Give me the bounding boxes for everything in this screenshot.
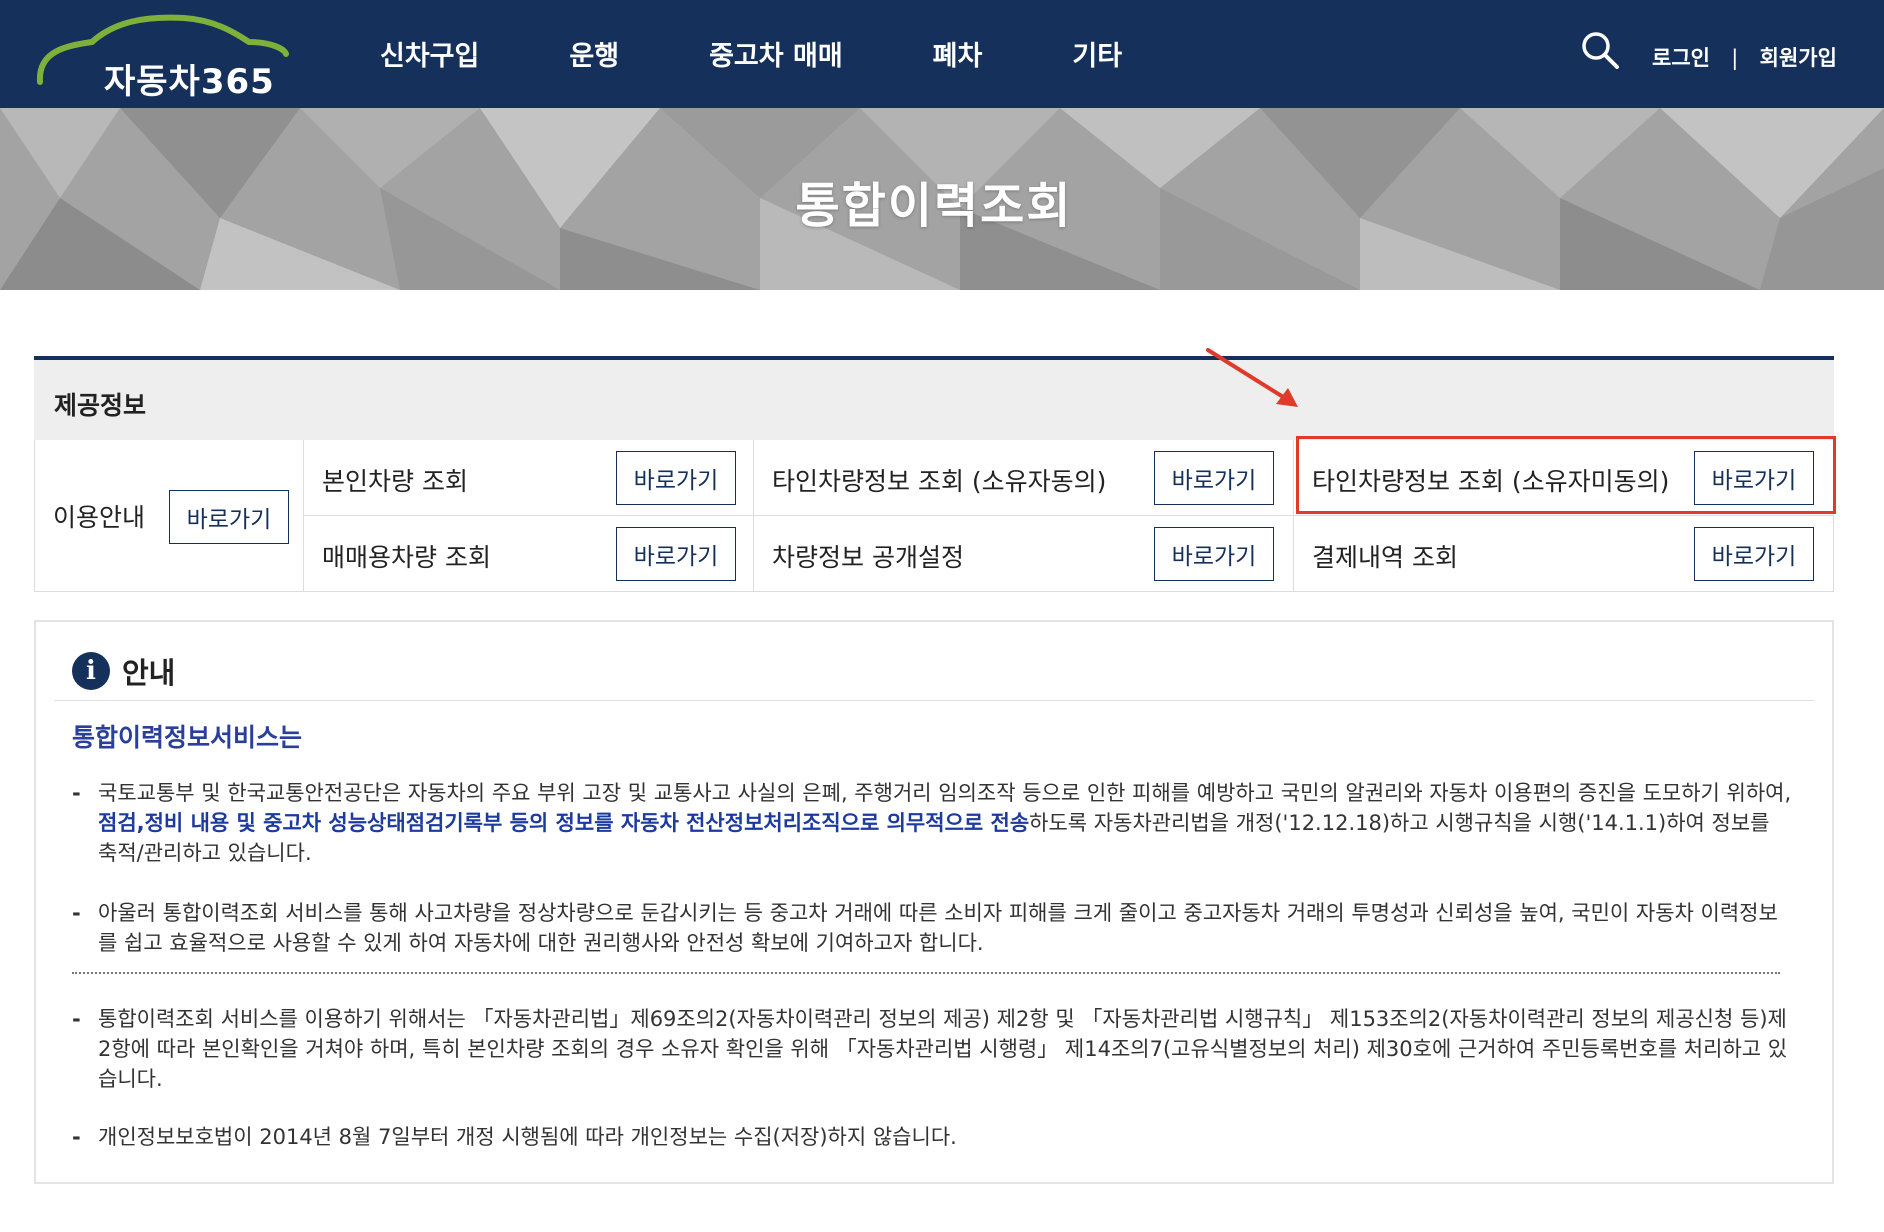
- bullet-dash: -: [72, 1125, 81, 1149]
- bullet-dash: -: [72, 901, 81, 925]
- usage-guide-label: 이용안내: [53, 503, 146, 532]
- link-separator: |: [1731, 46, 1739, 70]
- other-vehicle-no-consent-cell: 타인차량정보 조회 (소유자미동의) 바로가기: [1294, 440, 1834, 516]
- bullet-dash: -: [72, 1007, 81, 1031]
- annotation-arrow-icon: [1206, 348, 1298, 407]
- p2-text: 아울러 통합이력조회 서비스를 통해 사고차량을 정상차량으로 둔갑시키는 등 …: [98, 901, 1778, 955]
- own-vehicle-go-button[interactable]: 바로가기: [616, 451, 736, 505]
- other-vehicle-consent-go-button[interactable]: 바로가기: [1154, 451, 1274, 505]
- notice-header: i 안내: [72, 650, 175, 692]
- vehicle-disclosure-label: 차량정보 공개설정: [772, 543, 964, 572]
- payment-history-cell: 결제내역 조회 바로가기: [1294, 516, 1834, 592]
- notice-paragraph-1: - 국토교통부 및 한국교통안전공단은 자동차의 주요 부위 고장 및 교통사고…: [72, 778, 1792, 868]
- page-title: 통합이력조회: [795, 178, 1073, 234]
- vehicle-disclosure-cell: 차량정보 공개설정 바로가기: [754, 516, 1294, 592]
- p1-emphasis: 점검,정비 내용 및 중고차 성능상태점검기록부 등의 정보를 자동차 전산정보…: [98, 811, 1030, 835]
- top-header: 자동차365 신차구입 운행 중고차 매매 폐차 기타 로그인 | 회원가입: [0, 0, 1884, 108]
- sale-vehicle-cell: 매매용차량 조회 바로가기: [304, 516, 754, 592]
- bullet-dash: -: [72, 781, 81, 805]
- other-vehicle-consent-cell: 타인차량정보 조회 (소유자동의) 바로가기: [754, 440, 1294, 516]
- payment-history-go-button[interactable]: 바로가기: [1694, 527, 1814, 581]
- nav-etc[interactable]: 기타: [1072, 34, 1122, 73]
- logo-text: 자동차365: [104, 62, 275, 102]
- sale-vehicle-go-button[interactable]: 바로가기: [616, 527, 736, 581]
- signup-link[interactable]: 회원가입: [1760, 46, 1837, 70]
- auth-links: 로그인 | 회원가입: [1652, 42, 1837, 72]
- page-banner: 통합이력조회: [0, 108, 1884, 290]
- usage-guide-go-button[interactable]: 바로가기: [169, 490, 289, 544]
- notice-title: 안내: [122, 656, 176, 690]
- own-vehicle-label: 본인차량 조회: [322, 467, 468, 496]
- info-icon: i: [72, 652, 110, 690]
- other-vehicle-no-consent-label: 타인차량정보 조회 (소유자미동의): [1312, 467, 1670, 496]
- login-link[interactable]: 로그인: [1652, 46, 1710, 70]
- notice-subtitle: 통합이력정보서비스는: [72, 723, 303, 752]
- notice-paragraph-4: - 개인정보보호법이 2014년 8월 7일부터 개정 시행됨에 따라 개인정보…: [72, 1122, 1792, 1152]
- p1-text-a: 국토교통부 및 한국교통안전공단은 자동차의 주요 부위 고장 및 교통사고 사…: [98, 781, 1792, 805]
- dotted-divider: [72, 972, 1780, 974]
- notice-paragraph-2: - 아울러 통합이력조회 서비스를 통해 사고차량을 정상차량으로 둔갑시키는 …: [72, 898, 1792, 958]
- notice-paragraph-3: - 통합이력조회 서비스를 이용하기 위해서는 「자동차관리법」제69조의2(자…: [72, 1004, 1792, 1094]
- provided-info-table: 제공정보 이용안내 바로가기 본인차량 조회 바로가기 타인차량정보 조회 (소…: [34, 356, 1834, 592]
- nav-driving[interactable]: 운행: [569, 34, 619, 73]
- own-vehicle-cell: 본인차량 조회 바로가기: [304, 440, 754, 516]
- payment-history-label: 결제내역 조회: [1312, 543, 1458, 572]
- usage-guide-cell: 이용안내 바로가기: [34, 440, 304, 592]
- p3-text: 통합이력조회 서비스를 이용하기 위해서는 「자동차관리법」제69조의2(자동차…: [98, 1007, 1788, 1091]
- p4-text: 개인정보보호법이 2014년 8월 7일부터 개정 시행됨에 따라 개인정보는 …: [98, 1125, 957, 1149]
- main-nav: 신차구입 운행 중고차 매매 폐차 기타: [380, 34, 1212, 73]
- search-icon[interactable]: [1580, 30, 1620, 70]
- provided-info-header: 제공정보: [34, 360, 1834, 441]
- other-vehicle-no-consent-go-button[interactable]: 바로가기: [1694, 451, 1814, 505]
- provided-info-title: 제공정보: [54, 391, 147, 420]
- other-vehicle-consent-label: 타인차량정보 조회 (소유자동의): [772, 467, 1107, 496]
- nav-new-car[interactable]: 신차구입: [380, 34, 479, 73]
- sale-vehicle-label: 매매용차량 조회: [322, 543, 491, 572]
- notice-divider: [54, 700, 1814, 701]
- site-logo[interactable]: 자동차365: [34, 12, 294, 102]
- nav-scrap[interactable]: 폐차: [933, 34, 983, 73]
- vehicle-disclosure-go-button[interactable]: 바로가기: [1154, 527, 1274, 581]
- nav-used-car[interactable]: 중고차 매매: [709, 34, 843, 73]
- notice-box: i 안내 통합이력정보서비스는 - 국토교통부 및 한국교통안전공단은 자동차의…: [34, 620, 1834, 1184]
